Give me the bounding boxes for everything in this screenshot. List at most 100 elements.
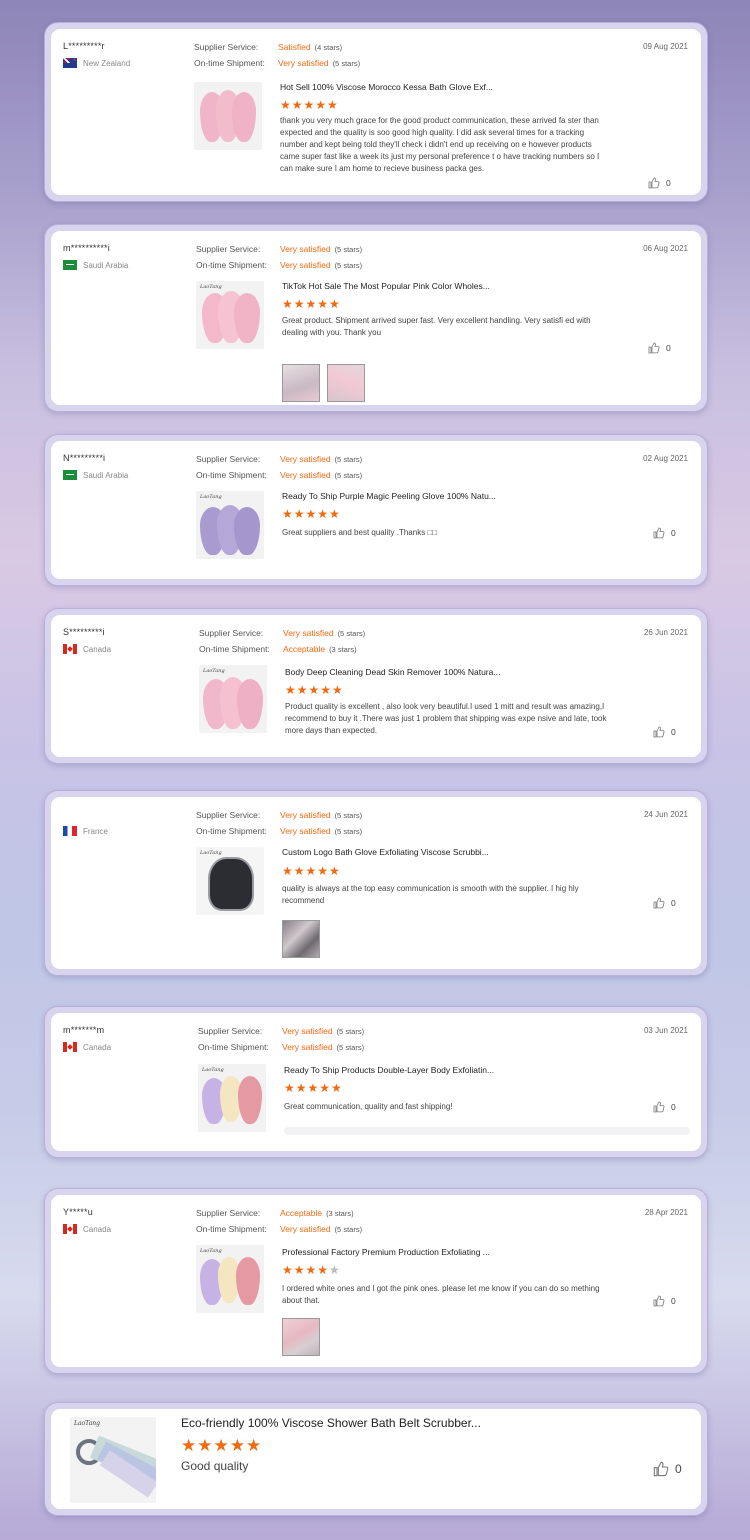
review-date: 26 Jun 2021 <box>643 628 688 637</box>
ontime-shipment-rating: On-time Shipment: Very satisfied (5 stars) <box>196 1224 363 1234</box>
like-button[interactable]: 0 <box>653 726 676 738</box>
product-thumbnail[interactable]: LaoTang <box>196 281 264 349</box>
reviewer-name: L*********r <box>63 41 105 51</box>
thumbs-up-icon <box>653 1295 665 1307</box>
like-button[interactable]: 0 <box>653 1295 676 1307</box>
ontime-shipment-rating: On-time Shipment: Very satisfied (5 stars) <box>196 260 363 270</box>
thumbs-up-icon <box>648 177 660 189</box>
flag-icon <box>63 1042 77 1052</box>
review-photo[interactable] <box>327 364 365 402</box>
review-card: France Supplier Service: Very satisfied (5… <box>44 790 708 976</box>
ontime-shipment-rating: On-time Shipment: Very satisfied (5 stars) <box>194 58 361 68</box>
product-thumbnail[interactable]: LaoTang <box>70 1417 156 1503</box>
thumbs-up-icon <box>653 897 665 909</box>
supplier-service-rating: Supplier Service: Very satisfied (5 stars) <box>196 244 363 254</box>
product-title[interactable]: Eco-friendly 100% Viscose Shower Bath Be… <box>181 1416 481 1430</box>
rating-stars: ★★★★★ <box>280 98 339 112</box>
product-thumbnail[interactable]: LaoTang <box>199 665 267 733</box>
review-text: Great suppliers and best quality .Thanks… <box>282 528 438 537</box>
product-title[interactable]: Ready To Ship Products Double-Layer Body… <box>284 1065 494 1075</box>
review-date: 03 Jun 2021 <box>643 1026 688 1035</box>
ontime-shipment-rating: On-time Shipment: Very satisfied (5 stars) <box>196 470 363 480</box>
review-card: m**********i Saudi Arabia Supplier Servi… <box>44 224 708 412</box>
supplier-service-rating: Supplier Service: Very satisfied (5 stars) <box>198 1026 365 1036</box>
review-text: Good quality <box>181 1459 249 1473</box>
supplier-service-rating: Supplier Service: Very satisfied (5 stars) <box>199 628 366 638</box>
review-text: I ordered white ones and I got the pink … <box>282 1284 600 1305</box>
review-date: 09 Aug 2021 <box>643 42 688 51</box>
rating-stars: ★★★★★ <box>284 1081 343 1095</box>
review-text: Great communication, quality and fast sh… <box>284 1102 453 1111</box>
like-button[interactable]: 0 <box>653 527 676 539</box>
flag-icon <box>63 644 77 654</box>
review-date: 06 Aug 2021 <box>643 244 688 253</box>
product-title[interactable]: TikTok Hot Sale The Most Popular Pink Co… <box>282 281 490 291</box>
photo-loading-placeholder <box>284 1127 690 1135</box>
review-photo[interactable] <box>282 920 320 958</box>
reviewer-country: Canada <box>63 644 111 654</box>
ontime-shipment-rating: On-time Shipment: Very satisfied (5 stars) <box>196 826 363 836</box>
reviewer-country: Canada <box>63 1224 111 1234</box>
reviewer-name: S*********i <box>63 627 105 637</box>
supplier-service-rating: Supplier Service: Satisfied (4 stars) <box>194 42 343 52</box>
flag-icon <box>63 260 77 270</box>
thumbs-up-icon <box>653 1101 665 1113</box>
review-text: Product quality is excellent , also look… <box>285 702 607 735</box>
review-card: m*******m Canada Supplier Service: Very s… <box>44 1006 708 1158</box>
reviewer-name: Y*****u <box>63 1207 93 1217</box>
like-button[interactable]: 0 <box>648 342 671 354</box>
review-card: Y*****u Canada Supplier Service: Acceptab… <box>44 1188 708 1374</box>
reviewer-country: Saudi Arabia <box>63 260 128 270</box>
reviewer-country: Saudi Arabia <box>63 470 128 480</box>
supplier-service-rating: Supplier Service: Acceptable (3 stars) <box>196 1208 354 1218</box>
like-button[interactable]: 0 <box>653 897 676 909</box>
reviewer-country: France <box>63 826 108 836</box>
thumbs-up-icon <box>653 527 665 539</box>
flag-icon <box>63 470 77 480</box>
reviewer-name: N*********i <box>63 453 106 463</box>
rating-stars: ★★★★★ <box>282 507 341 521</box>
product-title[interactable]: Hot Sell 100% Viscose Morocco Kessa Bath… <box>280 82 493 92</box>
like-button[interactable]: 0 <box>653 1461 682 1477</box>
rating-stars: ★★★★★ <box>282 297 341 311</box>
review-photo[interactable] <box>282 1318 320 1356</box>
reviewer-country: Canada <box>63 1042 111 1052</box>
review-photo[interactable] <box>282 364 320 402</box>
flag-icon <box>63 826 77 836</box>
thumbs-up-icon <box>653 1461 669 1477</box>
thumbs-up-icon <box>653 726 665 738</box>
supplier-service-rating: Supplier Service: Very satisfied (5 stars) <box>196 454 363 464</box>
flag-icon <box>63 58 77 68</box>
product-thumbnail[interactable]: LaoTang <box>196 847 264 915</box>
product-title[interactable]: Professional Factory Premium Production … <box>282 1247 490 1257</box>
supplier-service-rating: Supplier Service: Very satisfied (5 stars) <box>196 810 363 820</box>
review-date: 02 Aug 2021 <box>643 454 688 463</box>
reviewer-name: m**********i <box>63 243 110 253</box>
ontime-shipment-rating: On-time Shipment: Acceptable (3 stars) <box>199 644 357 654</box>
product-title[interactable]: Body Deep Cleaning Dead Skin Remover 100… <box>285 667 500 677</box>
product-thumbnail[interactable]: LaoTang <box>196 491 264 559</box>
like-button[interactable]: 0 <box>653 1101 676 1113</box>
review-card: L*********r New Zealand Supplier Service… <box>44 22 708 202</box>
review-date: 28 Apr 2021 <box>644 1208 688 1217</box>
rating-stars: ★★★★★ <box>282 1263 341 1277</box>
review-date: 24 Jun 2021 <box>643 810 688 819</box>
product-thumbnail[interactable]: LaoTang <box>196 1245 264 1313</box>
like-button[interactable]: 0 <box>648 177 671 189</box>
thumbs-up-icon <box>648 342 660 354</box>
product-thumbnail[interactable] <box>194 82 262 150</box>
review-text: Great product. Shipment arrived super fa… <box>282 316 591 337</box>
review-card: N*********i Saudi Arabia Supplier Servic… <box>44 434 708 586</box>
product-thumbnail[interactable]: LaoTang <box>198 1064 266 1132</box>
rating-stars: ★★★★★ <box>181 1436 263 1455</box>
product-title[interactable]: Ready To Ship Purple Magic Peeling Glove… <box>282 491 496 501</box>
reviewer-country: New Zealand <box>63 58 130 68</box>
product-title[interactable]: Custom Logo Bath Glove Exfoliating Visco… <box>282 847 489 857</box>
rating-stars: ★★★★★ <box>282 864 341 878</box>
reviewer-name: m*******m <box>63 1025 105 1035</box>
ontime-shipment-rating: On-time Shipment: Very satisfied (5 stars) <box>198 1042 365 1052</box>
review-card: LaoTang Eco-friendly 100% Viscose Shower… <box>44 1402 708 1516</box>
review-card: S*********i Canada Supplier Service: Very… <box>44 608 708 764</box>
review-text: thank you very much grace for the good p… <box>280 116 600 173</box>
review-text: quality is always at the top easy commun… <box>282 884 579 905</box>
